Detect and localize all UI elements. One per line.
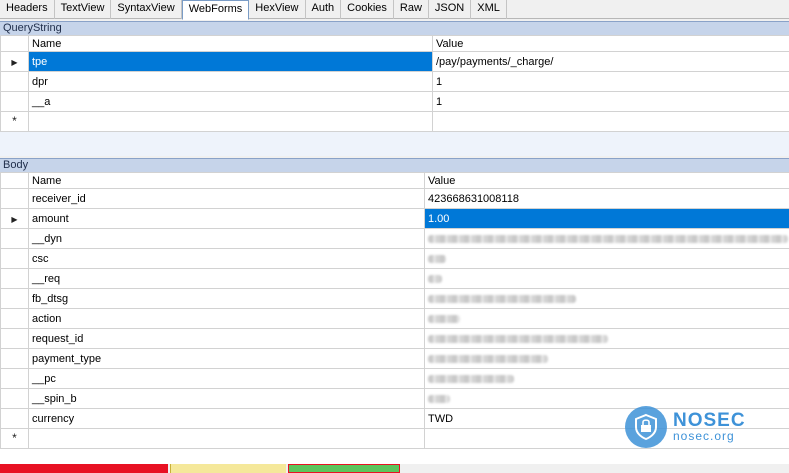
new-row[interactable]: * (0, 111, 789, 132)
body-section-header: Body (0, 158, 789, 172)
param-value-redacted[interactable] (424, 248, 789, 269)
param-name[interactable]: __pc (28, 368, 425, 389)
querystring-grid: Name Value ▶ tpe /pay/payments/_charge/ … (0, 35, 789, 156)
param-value-redacted[interactable] (424, 268, 789, 289)
tab-headers[interactable]: Headers (0, 0, 55, 19)
table-row[interactable]: payment_type (0, 348, 789, 369)
row-header-corner (0, 35, 29, 52)
table-row[interactable]: request_id (0, 328, 789, 349)
row-pointer-icon: ▶ (0, 208, 29, 229)
param-name[interactable]: tpe (28, 51, 433, 72)
body-header-row: Name Value (0, 172, 789, 189)
param-value-redacted[interactable] (424, 328, 789, 349)
param-name[interactable]: __spin_b (28, 388, 425, 409)
param-value[interactable]: 1.00 (424, 208, 789, 229)
table-row[interactable]: __dyn (0, 228, 789, 249)
param-name[interactable]: __dyn (28, 228, 425, 249)
param-value-redacted[interactable] (424, 288, 789, 309)
table-row[interactable]: action (0, 308, 789, 329)
table-row[interactable]: fb_dtsg (0, 288, 789, 309)
param-name[interactable]: amount (28, 208, 425, 229)
param-name[interactable]: dpr (28, 71, 433, 92)
querystring-header-row: Name Value (0, 35, 789, 52)
row-header (0, 71, 29, 92)
nosec-watermark: NOSEC nosec.org (625, 404, 775, 450)
row-header (0, 308, 29, 329)
param-value[interactable]: 1 (432, 71, 789, 92)
row-header (0, 228, 29, 249)
param-name[interactable]: action (28, 308, 425, 329)
table-row[interactable]: dpr 1 (0, 71, 789, 92)
tab-xml[interactable]: XML (471, 0, 507, 19)
row-header (0, 388, 29, 409)
table-row[interactable]: __pc (0, 368, 789, 389)
param-value[interactable]: 1 (432, 91, 789, 112)
tab-textview[interactable]: TextView (55, 0, 112, 19)
inspector-tab-bar: Headers TextView SyntaxView WebForms Hex… (0, 0, 789, 20)
status-strip (0, 464, 789, 473)
param-value-redacted[interactable] (424, 348, 789, 369)
tab-cookies[interactable]: Cookies (341, 0, 394, 19)
param-value[interactable]: 423668631008118 (424, 188, 789, 209)
tab-auth[interactable]: Auth (306, 0, 342, 19)
param-value[interactable]: /pay/payments/_charge/ (432, 51, 789, 72)
table-row[interactable]: __req (0, 268, 789, 289)
tab-raw[interactable]: Raw (394, 0, 429, 19)
row-pointer-icon: ▶ (0, 51, 29, 72)
nosec-site: nosec.org (673, 429, 735, 443)
nosec-wordmark: NOSEC nosec.org (673, 411, 746, 443)
new-row-star-icon: * (0, 428, 29, 449)
row-header (0, 91, 29, 112)
param-name[interactable]: currency (28, 408, 425, 429)
row-header (0, 328, 29, 349)
row-header (0, 188, 29, 209)
param-name[interactable]: request_id (28, 328, 425, 349)
row-header (0, 348, 29, 369)
table-row[interactable]: csc (0, 248, 789, 269)
querystring-col-value[interactable]: Value (432, 35, 789, 52)
tab-webforms[interactable]: WebForms (181, 0, 250, 20)
param-value-redacted[interactable] (424, 308, 789, 329)
nosec-name: NOSEC (673, 410, 746, 431)
new-param-value[interactable] (432, 111, 789, 132)
table-row[interactable]: ▶ tpe /pay/payments/_charge/ (0, 51, 789, 72)
tab-hexview[interactable]: HexView (249, 0, 306, 19)
param-value-redacted[interactable] (424, 368, 789, 389)
param-name[interactable]: __req (28, 268, 425, 289)
querystring-section-header: QueryString (0, 21, 789, 35)
row-header (0, 288, 29, 309)
row-header (0, 368, 29, 389)
new-param-name[interactable] (28, 111, 433, 132)
table-row[interactable]: receiver_id 423668631008118 (0, 188, 789, 209)
row-header-corner (0, 172, 29, 189)
row-header (0, 248, 29, 269)
row-header (0, 268, 29, 289)
param-name[interactable]: receiver_id (28, 188, 425, 209)
param-name[interactable]: fb_dtsg (28, 288, 425, 309)
nosec-shield-logo (625, 406, 667, 448)
querystring-col-name[interactable]: Name (28, 35, 433, 52)
status-segment-yellow (170, 464, 286, 473)
status-segment-green (288, 464, 400, 473)
table-row[interactable]: ▶ amount 1.00 (0, 208, 789, 229)
param-name[interactable]: payment_type (28, 348, 425, 369)
body-col-name[interactable]: Name (28, 172, 425, 189)
param-name[interactable]: __a (28, 91, 433, 112)
tab-json[interactable]: JSON (429, 0, 472, 19)
tab-syntaxview[interactable]: SyntaxView (111, 0, 182, 19)
row-header (0, 408, 29, 429)
new-param-name[interactable] (28, 428, 425, 449)
param-name[interactable]: csc (28, 248, 425, 269)
table-row[interactable]: __a 1 (0, 91, 789, 112)
param-value-redacted[interactable] (424, 228, 789, 249)
new-row-star-icon: * (0, 111, 29, 132)
body-col-value[interactable]: Value (424, 172, 789, 189)
status-segment-red (0, 464, 168, 473)
